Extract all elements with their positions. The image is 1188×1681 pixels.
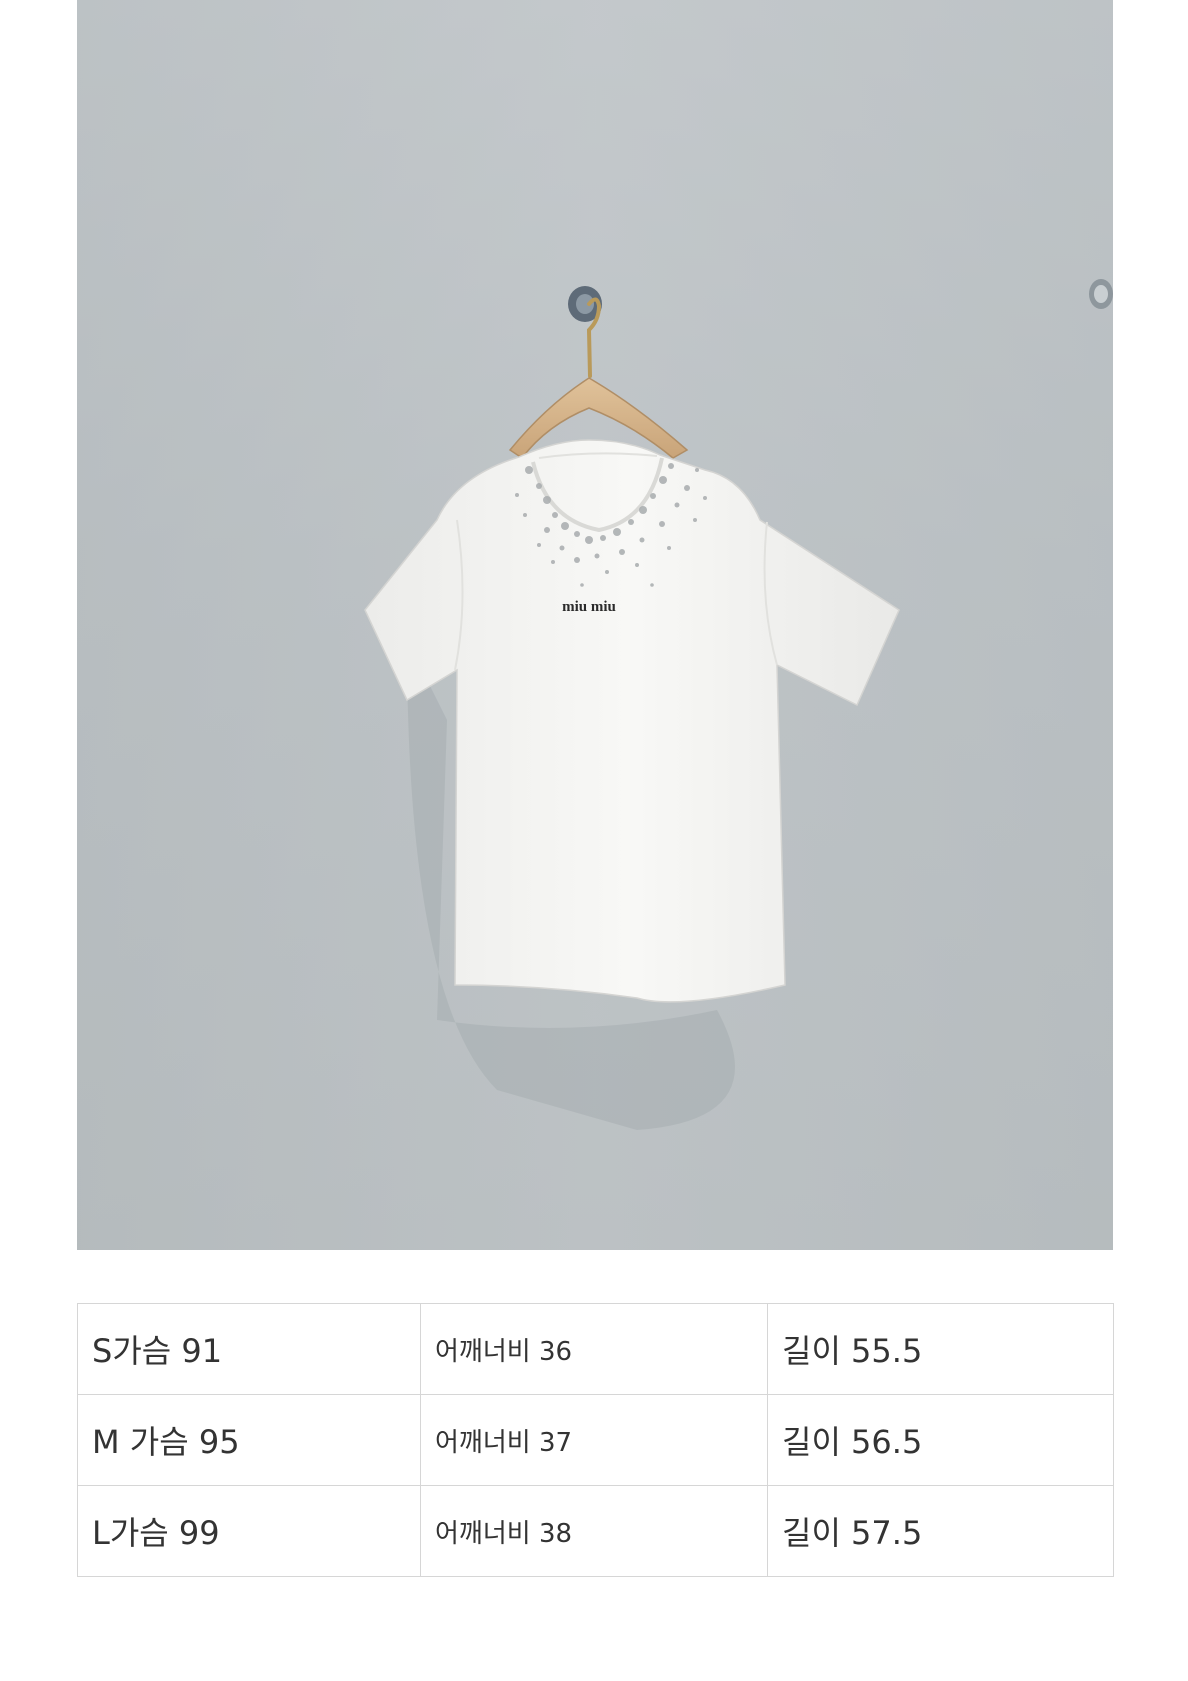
size-chest-cell: L가슴 99 xyxy=(77,1485,421,1577)
shoulder-width-cell: 어깨너비 36 xyxy=(420,1303,768,1395)
product-photo: miu miu xyxy=(77,0,1113,1250)
shoulder-width-cell: 어깨너비 38 xyxy=(420,1485,768,1577)
length-cell: 길이 56.5 xyxy=(767,1394,1114,1486)
tshirt-illustration: miu miu xyxy=(77,0,1113,1250)
length-cell: 길이 57.5 xyxy=(767,1485,1114,1577)
shoulder-width-cell: 어깨너비 37 xyxy=(420,1394,768,1486)
wall-hook-right xyxy=(1089,279,1113,309)
table-row: M 가슴 95 어깨너비 37 길이 56.5 xyxy=(77,1394,1114,1486)
size-chest-cell: M 가슴 95 xyxy=(77,1394,421,1486)
size-table: S가슴 91 어깨너비 36 길이 55.5 M 가슴 95 어깨너비 37 길… xyxy=(77,1303,1114,1577)
length-cell: 길이 55.5 xyxy=(767,1303,1114,1395)
table-row: L가슴 99 어깨너비 38 길이 57.5 xyxy=(77,1485,1114,1577)
table-row: S가슴 91 어깨너비 36 길이 55.5 xyxy=(77,1303,1114,1395)
size-chest-cell: S가슴 91 xyxy=(77,1303,421,1395)
brand-print: miu miu xyxy=(562,599,616,615)
